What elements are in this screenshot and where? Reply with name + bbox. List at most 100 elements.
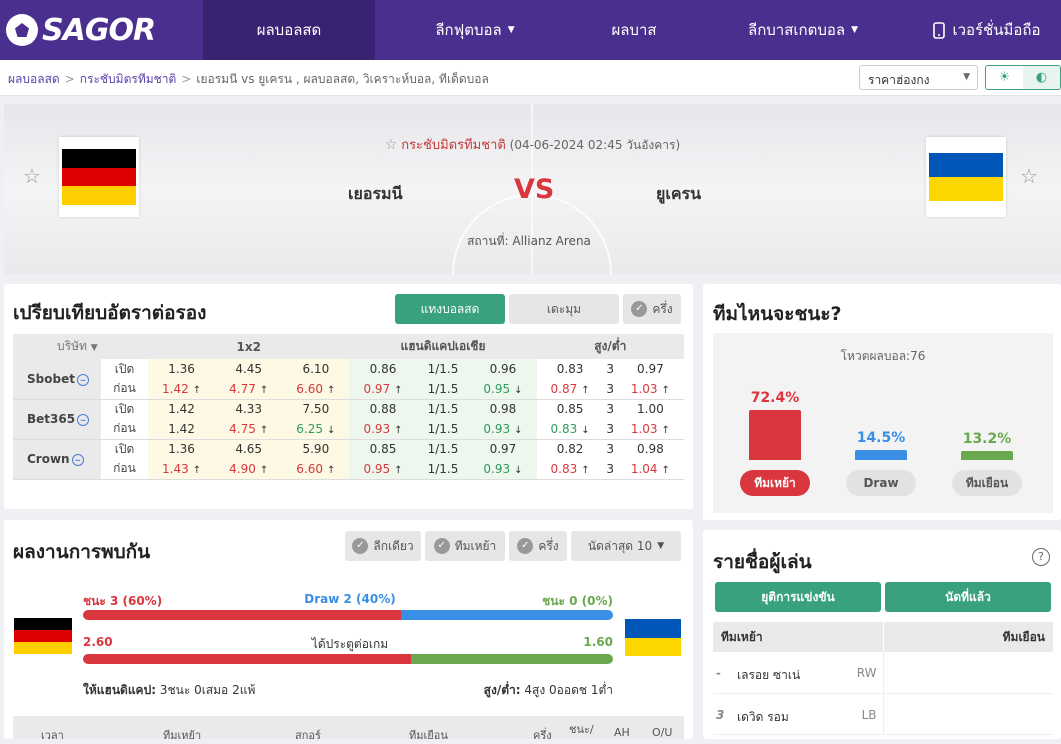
- odds-open-value: 3: [603, 439, 617, 459]
- trend-chart-icon[interactable]: ~: [71, 454, 84, 466]
- vote-bar-away: [961, 450, 1013, 460]
- odds-before-value: 0.95 ↑: [349, 459, 417, 480]
- vote-title: ทีมไหนจะชนะ?: [713, 303, 842, 325]
- odds-before-value: 4.75 ↑: [215, 419, 283, 440]
- odds-row-before: ก่อน 1.42 4.75 ↑ 6.25 ↓ 0.93 ↑ 1/1.5 0.93 ↓ 0.83 ↓ 3 1…: [13, 419, 684, 440]
- players-home-header: ทีมเหย้า: [713, 622, 884, 652]
- vote-button-away[interactable]: ทีมเยือน: [952, 470, 1022, 496]
- arrow-up-icon: ↑: [259, 384, 269, 396]
- h2h-wins: ชนะ 3 (60%): [83, 594, 163, 608]
- tab-corners[interactable]: เดะมุม: [509, 294, 619, 324]
- logo-text: SAGOR: [42, 12, 156, 48]
- vote-button-draw[interactable]: Draw: [846, 470, 916, 496]
- player-name[interactable]: เลรอย ซาเน่: [737, 666, 800, 685]
- vote-pct-away: 13.2%: [962, 430, 1012, 447]
- handicap-label: ให้แฮนดิแคป:: [83, 683, 157, 697]
- nav-item-label: เวอร์ชั่นมือถือ: [952, 21, 1041, 39]
- player-position: LB: [861, 707, 877, 722]
- soccer-ball-icon: [6, 14, 38, 46]
- home-team-flag-small: [14, 618, 72, 654]
- odds-before-value: 0.97 ↑: [349, 379, 417, 400]
- bookmaker-name[interactable]: Bet365 ~: [13, 399, 101, 440]
- goals-away-segment: [411, 654, 613, 664]
- player-row[interactable]: - เลรอย ซาเน่ RW: [713, 652, 1053, 694]
- odds-open-value: 4.45: [215, 359, 283, 379]
- caret-down-icon: ▼: [851, 25, 858, 35]
- league-name[interactable]: กระชับมิตรทีมชาติ: [401, 138, 506, 153]
- odds-row-before: ก่อน 1.43 ↑ 4.90 ↑ 6.60 ↑ 0.95 ↑ 1/1.5 0.93 ↓ 0.83 ↑ 3…: [13, 459, 684, 480]
- tab-live-betting[interactable]: แทงบอลสด: [395, 294, 505, 324]
- breadcrumb-home[interactable]: ผลบอลสด: [8, 72, 60, 86]
- vote-bar-draw: [855, 449, 907, 460]
- odds-before-value: 0.95 ↓: [469, 379, 537, 400]
- tab-lineup-previous[interactable]: นัดที่แล้ว: [885, 582, 1051, 612]
- tab-lineup-current[interactable]: ยุติการแข่งขัน: [715, 582, 881, 612]
- favorite-star-icon[interactable]: ☆: [1020, 164, 1038, 188]
- odds-before-label: ก่อน: [101, 379, 148, 400]
- nav-item-basketball-leagues[interactable]: ลีกบาสเกตบอล ▼: [693, 0, 913, 60]
- half-filter-label: ครึ่ง: [652, 301, 673, 316]
- odds-open-value: 1.36: [148, 439, 216, 459]
- odds-format-value: ราคาฮ่องกง: [868, 73, 930, 87]
- favorite-star-icon[interactable]: ☆: [23, 164, 41, 188]
- odds-before-value: 0.83 ↑: [536, 459, 604, 480]
- filter-label: ครึ่ง: [538, 538, 559, 553]
- league-star-icon[interactable]: ☆: [385, 137, 398, 153]
- h2h-table-header: เวลา ทีมเหย้า สกอร์ ทีมเยือน ครึ่ง ชนะ/ …: [13, 716, 684, 742]
- recent-matches-select[interactable]: นัดล่าสุด 10 ▼: [571, 531, 681, 561]
- odds-open-value: 0.96: [469, 359, 537, 379]
- nav-item-basketball-results[interactable]: ผลบาส: [575, 0, 693, 60]
- odds-before-value: 3: [603, 459, 617, 480]
- player-row[interactable]: 3 เดวิด รอม LB: [713, 693, 1053, 735]
- odds-open-value: 1.00: [616, 399, 684, 419]
- player-number: 3: [716, 707, 725, 722]
- same-league-filter[interactable]: ✓ ลีกเดียว: [345, 531, 421, 561]
- nav-item-live-scores[interactable]: ผลบอลสด: [203, 0, 375, 60]
- bookmaker-name[interactable]: Sbobet ~: [13, 359, 101, 400]
- arrow-up-icon: ↑: [661, 424, 670, 436]
- odds-before-value: 6.25 ↓: [282, 419, 350, 440]
- arrow-up-icon: ↑: [581, 384, 590, 396]
- bookmaker-name[interactable]: Crown ~: [13, 439, 101, 480]
- half-filter-button[interactable]: ✓ ครึ่ง: [509, 531, 567, 561]
- odds-open-value: 0.98: [469, 399, 537, 419]
- logo[interactable]: SAGOR: [0, 0, 203, 60]
- check-icon: ✓: [517, 538, 534, 554]
- trend-chart-icon[interactable]: ~: [76, 373, 89, 386]
- player-name[interactable]: เดวิด รอม: [737, 708, 789, 727]
- company-header[interactable]: บริษัท ▼: [13, 334, 148, 359]
- away-team-name[interactable]: ยูเครน: [656, 182, 701, 207]
- theme-toggle[interactable]: ☀ ◐: [985, 65, 1061, 90]
- arrow-up-icon: ↑: [394, 384, 403, 396]
- half-filter-button[interactable]: ✓ ครึ่ง: [623, 294, 681, 324]
- player-position: RW: [856, 666, 877, 680]
- col-away: ทีมเยือน: [409, 729, 448, 742]
- vote-total: โหวตผลบอล:76: [840, 349, 926, 363]
- vote-pct-draw: 14.5%: [856, 429, 906, 446]
- odds-before-value: 3: [603, 419, 617, 440]
- arrow-down-icon: ↓: [514, 424, 523, 436]
- caret-down-icon: ▼: [657, 541, 665, 551]
- odds-format-select[interactable]: ราคาฮ่องกง ▼: [859, 65, 978, 90]
- nav-item-football-leagues[interactable]: ลีกฟุตบอล ▼: [375, 0, 575, 60]
- breadcrumb-current: เยอรมนี vs ยูเครน , ผลบอลสด, วิเคราะห์บอ…: [196, 72, 489, 86]
- odds-open-value: 0.97: [616, 359, 684, 379]
- trend-chart-icon[interactable]: ~: [77, 414, 90, 426]
- breadcrumb: ผลบอลสด > กระชับมิตรทีมชาติ > เยอรมนี vs ยูเ…: [8, 72, 489, 86]
- help-icon[interactable]: ?: [1032, 548, 1050, 566]
- vote-button-home[interactable]: ทีมเหย้า: [740, 470, 810, 496]
- moon-icon[interactable]: ◐: [1023, 66, 1060, 89]
- home-team-name[interactable]: เยอรมนี: [348, 182, 403, 207]
- odds-before-value: 1/1.5: [416, 379, 470, 400]
- arrow-up-icon: ↑: [661, 464, 670, 476]
- odds-before-value: 4.90 ↑: [215, 459, 283, 480]
- sun-icon[interactable]: ☀: [986, 66, 1023, 89]
- arrow-down-icon: ↓: [581, 424, 590, 436]
- odds-before-value: 0.83 ↓: [536, 419, 604, 440]
- breadcrumb-league[interactable]: กระชับมิตรทีมชาติ: [80, 72, 177, 86]
- home-team-filter[interactable]: ✓ ทีมเหย้า: [425, 531, 505, 561]
- check-icon: ✓: [631, 301, 648, 317]
- odds-open-value: 5.90: [282, 439, 350, 459]
- arrow-up-icon: ↑: [327, 384, 336, 396]
- nav-item-mobile-version[interactable]: เวอร์ชั่นมือถือ: [913, 0, 1061, 60]
